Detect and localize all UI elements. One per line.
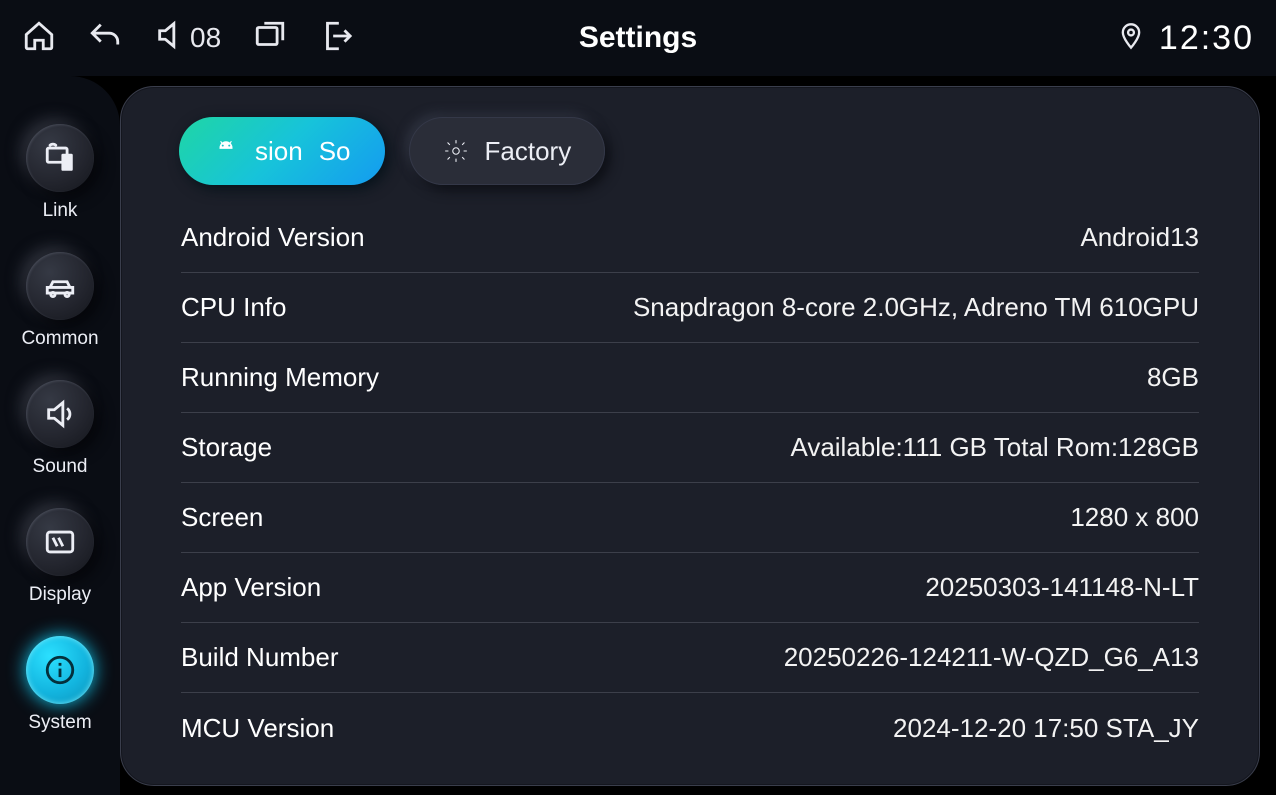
main-panel: sion So Factory Android Version Android1… bbox=[120, 86, 1260, 786]
info-value: 1280 x 800 bbox=[1070, 502, 1199, 533]
back-icon[interactable] bbox=[88, 19, 122, 58]
sidebar-item-link[interactable]: Link bbox=[26, 124, 94, 222]
info-label: CPU Info bbox=[181, 292, 287, 323]
sidebar-item-common[interactable]: Common bbox=[21, 252, 98, 350]
tab-label: Factory bbox=[485, 136, 572, 167]
info-label: MCU Version bbox=[181, 713, 334, 744]
sidebar-item-sound[interactable]: Sound bbox=[26, 380, 94, 478]
info-row-screen[interactable]: Screen 1280 x 800 bbox=[181, 483, 1199, 553]
recents-icon[interactable] bbox=[253, 19, 287, 58]
info-row-storage[interactable]: Storage Available:111 GB Total Rom:128GB bbox=[181, 413, 1199, 483]
sidebar-item-label: Common bbox=[21, 328, 98, 350]
info-row-build-number[interactable]: Build Number 20250226-124211-W-QZD_G6_A1… bbox=[181, 623, 1199, 693]
sidebar-item-label: Sound bbox=[33, 456, 88, 478]
info-label: Screen bbox=[181, 502, 263, 533]
tab-label: sion bbox=[255, 136, 303, 167]
info-row-android-version[interactable]: Android Version Android13 bbox=[181, 203, 1199, 273]
tab-row: sion So Factory bbox=[161, 117, 1219, 185]
info-value: Snapdragon 8-core 2.0GHz, Adreno TM 610G… bbox=[633, 292, 1199, 323]
info-value: Android13 bbox=[1080, 222, 1199, 253]
android-icon bbox=[213, 138, 239, 164]
info-value: Available:111 GB Total Rom:128GB bbox=[790, 432, 1199, 463]
info-value: 8GB bbox=[1147, 362, 1199, 393]
info-value: 2024-12-20 17:50 STA_JY bbox=[893, 713, 1199, 744]
info-label: Build Number bbox=[181, 642, 339, 673]
info-label: Storage bbox=[181, 432, 272, 463]
sidebar-item-label: Link bbox=[43, 200, 78, 222]
location-icon[interactable] bbox=[1117, 22, 1145, 55]
sidebar-item-system[interactable]: System bbox=[26, 636, 94, 734]
exit-icon[interactable] bbox=[319, 19, 353, 58]
sidebar-item-label: System bbox=[28, 712, 91, 734]
tab-factory[interactable]: Factory bbox=[409, 117, 606, 185]
info-list[interactable]: Android Version Android13 CPU Info Snapd… bbox=[161, 203, 1219, 775]
clock: 12:30 bbox=[1159, 19, 1254, 58]
tab-version[interactable]: sion So bbox=[179, 117, 385, 185]
page-title: Settings bbox=[579, 21, 697, 55]
tab-label-secondary: So bbox=[319, 136, 351, 167]
info-row-app-version[interactable]: App Version 20250303-141148-N-LT bbox=[181, 553, 1199, 623]
volume-icon bbox=[154, 18, 188, 59]
info-row-cpu[interactable]: CPU Info Snapdragon 8-core 2.0GHz, Adren… bbox=[181, 273, 1199, 343]
info-label: App Version bbox=[181, 572, 321, 603]
home-icon[interactable] bbox=[22, 19, 56, 58]
status-bar: 08 Settings 12:30 bbox=[0, 0, 1276, 76]
info-value: 20250303-141148-N-LT bbox=[925, 572, 1199, 603]
sidebar-item-display[interactable]: Display bbox=[26, 508, 94, 606]
volume-indicator[interactable]: 08 bbox=[154, 18, 221, 59]
info-label: Running Memory bbox=[181, 362, 379, 393]
sidebar-item-label: Display bbox=[29, 584, 91, 606]
info-row-memory[interactable]: Running Memory 8GB bbox=[181, 343, 1199, 413]
gear-icon bbox=[443, 138, 469, 164]
info-row-mcu-version[interactable]: MCU Version 2024-12-20 17:50 STA_JY bbox=[181, 693, 1199, 763]
volume-level: 08 bbox=[190, 22, 221, 54]
info-label: Android Version bbox=[181, 222, 365, 253]
sidebar: Link Common Sound Display System bbox=[0, 76, 120, 795]
info-value: 20250226-124211-W-QZD_G6_A13 bbox=[784, 642, 1199, 673]
